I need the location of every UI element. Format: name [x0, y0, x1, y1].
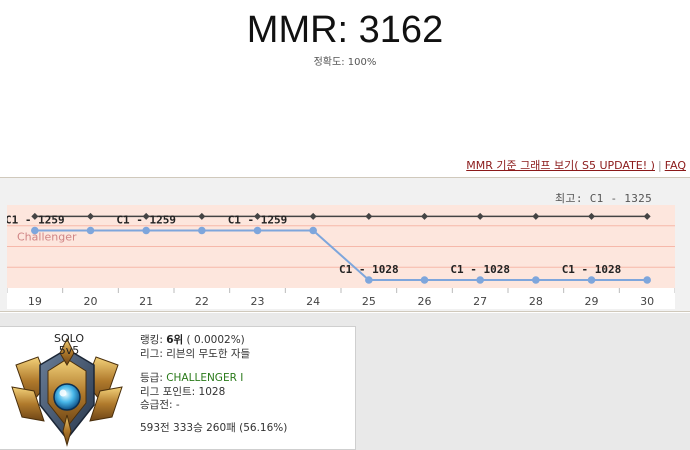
accuracy-text: 정확도: 100%	[0, 53, 690, 68]
queue-type: SOLO 5v5	[42, 333, 96, 357]
promo-row: 승급전: -	[140, 399, 287, 413]
lp-row: 리그 포인트: 1028	[140, 386, 287, 400]
rank-row: 랭킹: 6위 ( 0.0002%)	[140, 334, 287, 348]
mmr-graph-link[interactable]: MMR 기준 그래프 보기( S5 UPDATE! )	[466, 159, 655, 172]
rank-percent: ( 0.0002%)	[186, 334, 245, 346]
best-mmr: 최고: C1 - 1325	[555, 190, 652, 206]
mmr-line-chart: Challenger C1 - 1259 C1 - 1259 C1 - 1259 C1 …	[7, 205, 675, 309]
chart-x-tick-label: 20	[84, 295, 98, 308]
promo-value: -	[175, 399, 180, 411]
chart-x-tick-label: 30	[640, 295, 654, 308]
chart-x-tick-label: 28	[529, 295, 543, 308]
chart-point-mmr	[420, 276, 429, 284]
chart-x-tick-label: 24	[306, 295, 320, 308]
lp-label: 리그 포인트:	[140, 385, 196, 398]
chart-data-label: C1 - 1028	[450, 263, 510, 276]
faq-link[interactable]: FAQ	[665, 159, 686, 172]
accuracy-value: 100%	[347, 57, 377, 68]
chart-x-tick-label: 19	[28, 295, 42, 308]
chart-data-label: C1 - 1259	[116, 214, 176, 227]
tier-value: CHALLENGER I	[166, 372, 244, 384]
chart-x-tick-label: 22	[195, 295, 209, 308]
tier-label: 등급:	[140, 372, 163, 384]
chart-point-mmr	[142, 226, 150, 235]
chart-point-mmr	[587, 276, 596, 284]
chart-x-tick-label: 23	[251, 295, 265, 308]
chart-point-mmr	[198, 226, 206, 235]
chart-x-tick-label: 21	[139, 295, 153, 308]
win-loss-record: 593전 333승 260패 (56.16%)	[140, 421, 288, 434]
chart-data-label: C1 - 1259	[7, 214, 65, 227]
chart-point-mmr	[643, 276, 651, 284]
mmr-title: MMR: 3162	[246, 9, 444, 51]
chart-data-label: C1 - 1028	[339, 263, 399, 276]
best-value: C1 - 1325	[589, 192, 652, 205]
chart-band-label: Challenger	[17, 231, 77, 244]
chart-x-tick-label: 26	[418, 295, 432, 308]
league-value: 리븐의 무도한 자들	[166, 347, 251, 360]
best-label: 최고:	[554, 192, 583, 205]
chart-x-tick-label: 27	[473, 295, 487, 308]
league-label: 리그:	[140, 347, 163, 360]
chart-data-label: C1 - 1028	[562, 263, 622, 276]
chart-data-label: C1 - 1259	[228, 214, 288, 227]
ranked-card: SOLO 5v5 랭킹: 6위 ( 0.0002%) 리그: 리븐의 무도한 자…	[0, 326, 356, 450]
accuracy-label: 정확도:	[313, 57, 345, 68]
chart-point-mmr	[476, 276, 484, 284]
chart-point-mmr	[86, 226, 95, 235]
promo-label: 승급전:	[140, 399, 173, 411]
chart-point-mmr	[309, 226, 317, 235]
ranked-info: 랭킹: 6위 ( 0.0002%) 리그: 리븐의 무도한 자들 등급: CHA…	[140, 334, 287, 435]
rank-label: 랭킹:	[140, 334, 163, 346]
link-separator: |	[657, 159, 662, 172]
chart-x-tick-label: 25	[362, 295, 376, 308]
chart-point-mmr	[253, 226, 262, 235]
rank-value: 6위	[166, 334, 184, 346]
league-row: 리그: 리븐의 무도한 자들	[140, 348, 287, 362]
chart-x-tick-label: 29	[585, 295, 599, 308]
chart-point-mmr	[365, 276, 373, 284]
top-links: MMR 기준 그래프 보기( S5 UPDATE! ) | FAQ	[466, 157, 686, 173]
chart-point-mmr	[532, 276, 540, 284]
queue-line-5v5: 5v5	[58, 344, 80, 357]
tier-row: 등급: CHALLENGER I	[140, 372, 287, 386]
lp-value: 1028	[198, 385, 226, 398]
